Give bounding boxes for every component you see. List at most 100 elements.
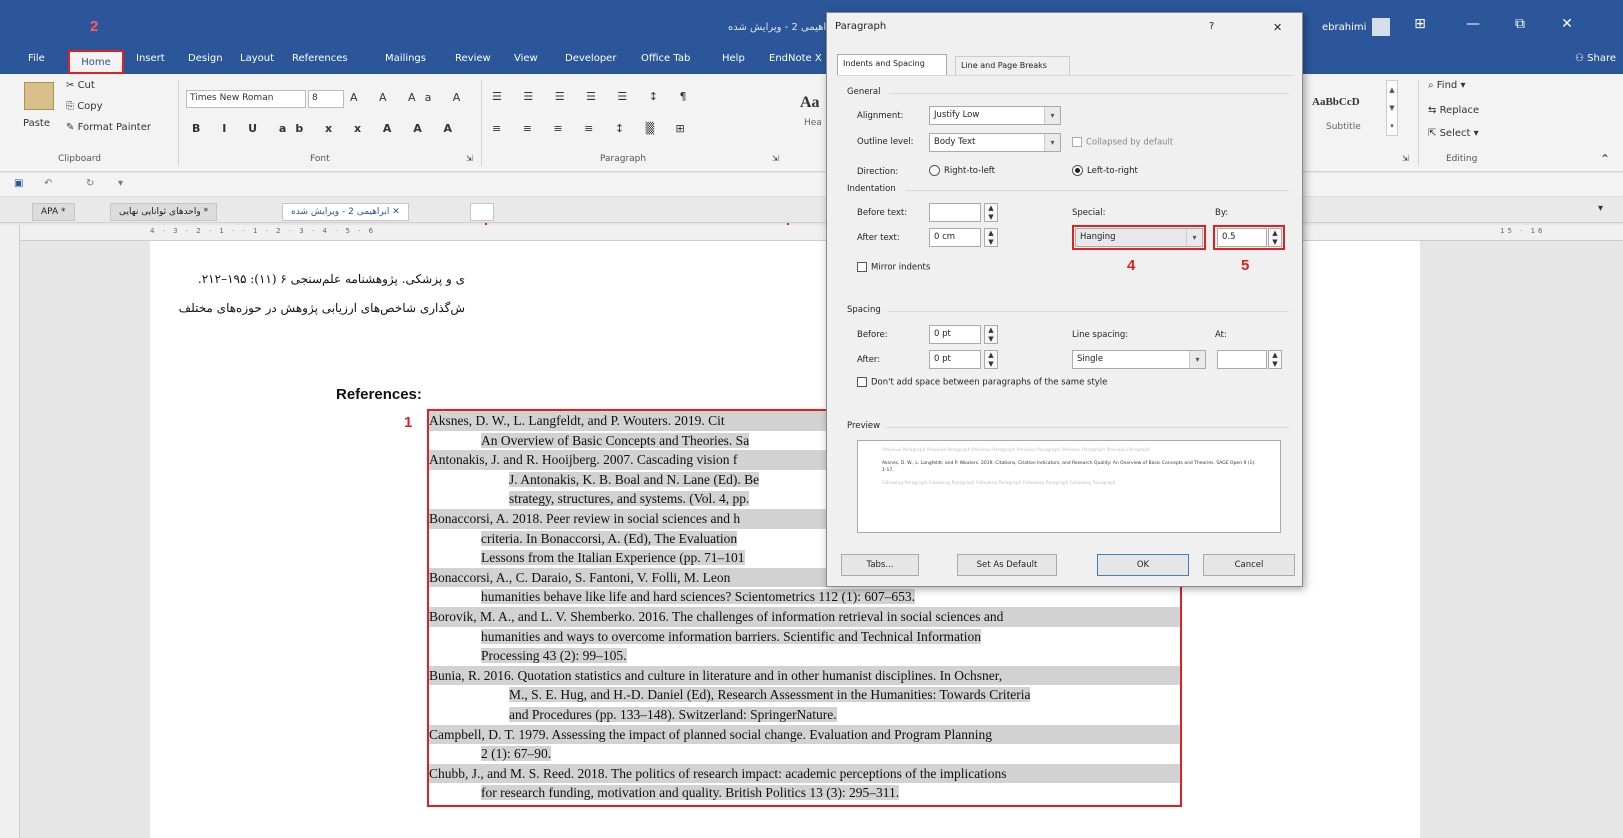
divider <box>481 80 482 166</box>
restore-button[interactable]: ⧉ <box>1505 16 1535 32</box>
before-text-spinner[interactable]: ▲ ▼ <box>984 203 998 222</box>
undo-icon[interactable]: ↶ <box>44 178 52 189</box>
select-button[interactable]: ⇱ Select ▾ <box>1428 128 1479 139</box>
close-window-button[interactable]: ✕ <box>1552 16 1582 32</box>
cancel-button[interactable]: Cancel <box>1203 554 1295 576</box>
at-label: At: <box>1215 330 1227 340</box>
spacing-after-spinner[interactable]: ▲ ▼ <box>984 350 998 369</box>
styles-scroll[interactable]: ▲ ▼ ▾ <box>1386 80 1398 136</box>
font-name-dropdown[interactable]: Times New Roman <box>186 90 306 108</box>
tab-indents-spacing[interactable]: Indents and Spacing <box>837 54 947 75</box>
copy-button[interactable]: ⎘ Copy <box>66 101 103 112</box>
spacing-after-input[interactable]: 0 pt <box>929 350 981 369</box>
find-button[interactable]: ⌕ Find ▾ <box>1428 80 1465 91</box>
reference-entry: Bunia, R. 2016. Quotation statistics and… <box>429 665 1180 686</box>
checkbox-icon <box>857 377 867 387</box>
tab-references[interactable]: References <box>292 53 348 64</box>
tab-review[interactable]: Review <box>455 53 491 64</box>
tab-home[interactable]: Home <box>68 50 124 74</box>
font-row1-buttons[interactable]: A A Aa A <box>350 91 469 104</box>
paragraph-dialog: Paragraph ? ✕ Indents and Spacing Line a… <box>826 12 1303 587</box>
paste-icon[interactable] <box>24 82 54 110</box>
user-account[interactable]: ebrahimi <box>1322 18 1391 36</box>
share-button[interactable]: ⚇ Share <box>1575 53 1616 64</box>
tab-view[interactable]: View <box>514 53 538 64</box>
divider <box>889 93 1289 94</box>
after-text-input[interactable]: 0 cm <box>929 228 981 247</box>
before-text-input[interactable] <box>929 203 981 222</box>
tab-mailings[interactable]: Mailings <box>385 53 426 64</box>
reference-entry: Borovik, M. A., and L. V. Shemberko. 201… <box>429 606 1180 627</box>
direction-label: Direction: <box>857 167 899 177</box>
after-text-spinner[interactable]: ▲ ▼ <box>984 228 998 247</box>
minimize-button[interactable]: — <box>1458 16 1488 32</box>
reference-text: M., S. E. Hug, and H.-D. Daniel (Ed), Re… <box>509 687 1031 703</box>
new-tab-button[interactable] <box>470 203 494 221</box>
format-painter-button[interactable]: ✎ Format Painter <box>66 122 151 133</box>
vertical-ruler[interactable] <box>0 225 20 838</box>
spacing-before-spinner[interactable]: ▲ ▼ <box>984 325 998 344</box>
ltr-radio[interactable]: Left-to-right <box>1072 165 1138 176</box>
tab-line-page-breaks[interactable]: Line and Page Breaks <box>955 56 1070 75</box>
styles-dialog-launcher-icon[interactable]: ⇲ <box>1402 154 1409 163</box>
tab-endnote[interactable]: EndNote X <box>769 53 822 64</box>
tab-office-tab[interactable]: Office Tab <box>641 53 690 64</box>
horizontal-ruler[interactable]: 4 · 3 · 2 · 1 · · 1 · 2 · 3 · 4 · 5 · 6 … <box>20 225 1623 241</box>
tabs-button[interactable]: Tabs... <box>841 554 919 576</box>
outline-level-dropdown[interactable]: Body Text ▾ <box>929 133 1061 152</box>
preview-following: Following Paragraph Following Paragraph … <box>882 481 1116 486</box>
tabs-menu-icon[interactable]: ▾ <box>1598 203 1603 214</box>
chevron-down-icon: ▾ <box>1044 107 1060 124</box>
ribbon-display-options-icon[interactable]: ⊞ <box>1405 16 1435 32</box>
tab-file[interactable]: File <box>28 53 45 64</box>
mirror-indents-checkbox[interactable]: Mirror indents <box>857 262 930 273</box>
paragraph-row2-buttons[interactable]: ≡ ≡ ≡ ≡ ↕ ▒ ⊞ <box>492 122 694 135</box>
persian-reference-line: ش‌گذاری شاخص‌های ارزیابی پژوهش در حوزه‌ه… <box>178 301 465 315</box>
at-input[interactable] <box>1217 350 1267 369</box>
references-heading: References: <box>336 386 422 403</box>
annotation-1: 1 <box>404 414 413 431</box>
rtl-label: Right-to-left <box>944 166 995 176</box>
share-label: Share <box>1587 53 1617 64</box>
tab-design[interactable]: Design <box>188 53 223 64</box>
ribbon: Paste ✂ Cut ⎘ Copy ✎ Format Painter Clip… <box>0 74 1623 241</box>
collapsed-checkbox[interactable]: Collapsed by default <box>1072 137 1173 148</box>
cut-label: Cut <box>77 80 95 91</box>
dont-add-space-checkbox[interactable]: Don't add space between paragraphs of th… <box>857 377 1107 388</box>
paragraph-dialog-launcher-icon[interactable]: ⇲ <box>772 154 779 163</box>
line-spacing-dropdown[interactable]: Single ▾ <box>1072 350 1206 369</box>
font-dialog-launcher-icon[interactable]: ⇲ <box>466 154 473 163</box>
replace-button[interactable]: ⇆ Replace <box>1428 105 1479 116</box>
line-spacing-label: Line spacing: <box>1072 330 1129 340</box>
at-spinner[interactable]: ▲ ▼ <box>1268 350 1282 369</box>
paste-button[interactable]: Paste <box>23 118 50 129</box>
tab-help[interactable]: Help <box>722 53 745 64</box>
tab-layout[interactable]: Layout <box>240 53 274 64</box>
style-subtitle-sample[interactable]: AaBbCcD <box>1312 96 1360 108</box>
qat-dropdown-icon[interactable]: ▾ <box>118 178 123 189</box>
tab-insert[interactable]: Insert <box>136 53 165 64</box>
font-size-dropdown[interactable]: 8 <box>308 90 344 108</box>
cut-button[interactable]: ✂ Cut <box>66 80 95 91</box>
spacing-before-input[interactable]: 0 pt <box>929 325 981 344</box>
reference-text: for research funding, motivation and qua… <box>481 785 900 801</box>
ok-button[interactable]: OK <box>1097 554 1189 576</box>
doc-tab-apa[interactable]: APA * <box>32 203 75 221</box>
style-heading-sample[interactable]: Aa <box>800 94 820 112</box>
doc-tab-active[interactable]: ابراهیمی 2 - ویرایش شده ✕ <box>282 203 409 221</box>
format-painter-label: Format Painter <box>77 122 151 133</box>
reference-text: criteria. In Bonaccorsi, A. (Ed), The Ev… <box>481 530 738 546</box>
rtl-radio[interactable]: Right-to-left <box>929 165 995 176</box>
avatar <box>1372 18 1391 36</box>
close-dialog-button[interactable]: ✕ <box>1273 21 1282 34</box>
doc-tab-2[interactable]: واحدهای ثوانایی نهایی * <box>110 203 218 221</box>
set-as-default-button[interactable]: Set As Default <box>957 554 1057 576</box>
help-button[interactable]: ? <box>1209 21 1214 32</box>
alignment-dropdown[interactable]: Justify Low ▾ <box>929 106 1061 125</box>
redo-icon[interactable]: ↻ <box>86 178 94 189</box>
font-format-buttons[interactable]: B I U ab x x A A A <box>192 122 461 135</box>
paragraph-row1-buttons[interactable]: ☰ ☰ ☰ ☰ ☰ ↕ ¶ <box>492 90 696 103</box>
collapse-ribbon-icon[interactable]: ⌃ <box>1600 152 1610 166</box>
tab-developer[interactable]: Developer <box>565 53 616 64</box>
save-icon[interactable]: ▣ <box>14 178 23 189</box>
